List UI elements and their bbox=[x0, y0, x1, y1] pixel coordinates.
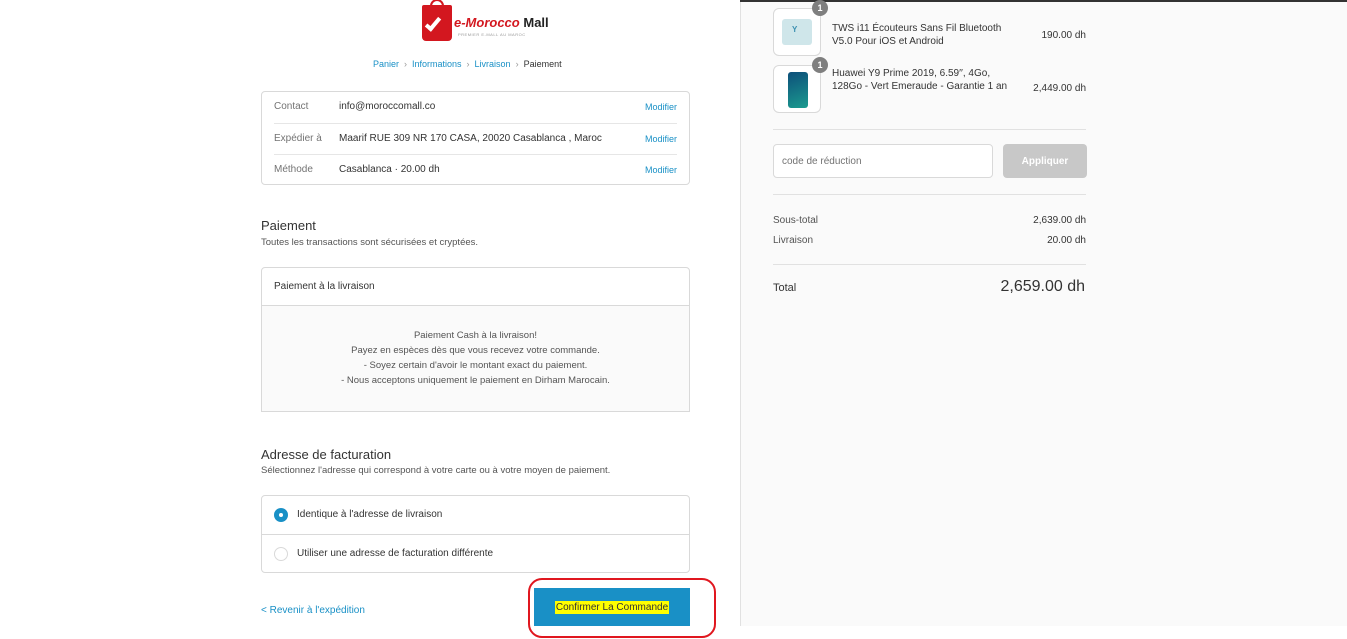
logo-name-part1: e-Morocco bbox=[454, 15, 520, 30]
payment-info-line: - Soyez certain d'avoir le montant exact… bbox=[363, 360, 588, 371]
divider bbox=[773, 264, 1086, 265]
payment-info-line: Payez en espèces dès que vous recevez vo… bbox=[351, 345, 600, 356]
radio-unselected[interactable] bbox=[274, 547, 288, 561]
product-thumbnail bbox=[773, 8, 821, 56]
payment-option-cod[interactable]: Paiement à la livraison bbox=[262, 268, 689, 306]
logo-name-part2: Mall bbox=[523, 15, 549, 30]
product-name: Huawei Y9 Prime 2019, 6.59′′, 4Go, 128Go… bbox=[832, 68, 1008, 92]
billing-options: Identique à l'adresse de livraison Utili… bbox=[261, 495, 690, 573]
payment-method-box: Paiement à la livraison Paiement Cash à … bbox=[261, 267, 690, 412]
billing-title: Adresse de facturation bbox=[261, 447, 392, 462]
breadcrumb-shipping[interactable]: Livraison bbox=[475, 59, 511, 69]
shopping-bag-icon bbox=[422, 0, 452, 41]
total-value: 2,659.00 dh bbox=[1000, 278, 1085, 295]
radio-selected[interactable] bbox=[274, 508, 288, 522]
product-name: TWS i11 Écouteurs Sans Fil Bluetooth V5.… bbox=[832, 23, 1002, 47]
contact-label: Contact bbox=[274, 101, 309, 112]
divider bbox=[773, 194, 1086, 195]
review-ship-row: Expédier à Maarif RUE 309 NR 170 CASA, 2… bbox=[274, 123, 677, 155]
back-to-shipping-link[interactable]: < Revenir à l'expédition bbox=[261, 605, 365, 616]
review-method-row: Méthode Casablanca · 20.00 dh Modifier bbox=[274, 154, 677, 186]
product-price: 190.00 dh bbox=[1041, 30, 1087, 41]
quantity-badge: 1 bbox=[812, 57, 828, 73]
review-box: Contact info@moroccomall.co Modifier Exp… bbox=[261, 91, 690, 185]
payment-info-line: - Nous acceptons uniquement le paiement … bbox=[341, 375, 610, 386]
billing-same-option[interactable]: Identique à l'adresse de livraison bbox=[262, 496, 689, 535]
chevron-right-icon: › bbox=[515, 59, 519, 69]
checkout-main: e-Morocco Mall PREMIER E-MALL AU MAROC P… bbox=[0, 0, 740, 639]
order-item: 1 TWS i11 Écouteurs Sans Fil Bluetooth V… bbox=[773, 0, 1087, 56]
shipping-row: Livraison 20.00 dh bbox=[773, 235, 1086, 246]
method-label: Méthode bbox=[274, 164, 313, 175]
payment-title: Paiement bbox=[261, 218, 316, 233]
modify-address-link[interactable]: Modifier bbox=[645, 134, 677, 144]
total-label: Total bbox=[773, 282, 797, 294]
review-contact-row: Contact info@moroccomall.co Modifier bbox=[274, 92, 677, 124]
subtotal-value: 2,639.00 dh bbox=[1033, 215, 1086, 226]
ship-to-label: Expédier à bbox=[274, 133, 322, 144]
chevron-right-icon: › bbox=[404, 59, 408, 69]
billing-different-option[interactable]: Utiliser une adresse de facturation diff… bbox=[262, 534, 689, 573]
modify-contact-link[interactable]: Modifier bbox=[645, 102, 677, 112]
ship-to-value: Maarif RUE 309 NR 170 CASA, 20020 Casabl… bbox=[339, 133, 602, 144]
confirm-order-label: Confirmer La Commande bbox=[554, 600, 670, 614]
confirm-order-button[interactable]: Confirmer La Commande bbox=[534, 588, 690, 626]
apply-discount-button[interactable]: Appliquer bbox=[1003, 144, 1087, 178]
breadcrumb-information[interactable]: Informations bbox=[412, 59, 462, 69]
payment-info: Paiement Cash à la livraison! Payez en e… bbox=[262, 306, 689, 411]
quantity-badge: 1 bbox=[812, 0, 828, 16]
billing-different-label: Utiliser une adresse de facturation diff… bbox=[297, 548, 494, 559]
chevron-right-icon: › bbox=[466, 59, 470, 69]
breadcrumb: Panier › Informations › Livraison › Paiement bbox=[373, 59, 562, 69]
contact-value: info@moroccomall.co bbox=[339, 101, 436, 112]
billing-subtitle: Sélectionnez l'adresse qui correspond à … bbox=[261, 465, 611, 476]
subtotal-row: Sous-total 2,639.00 dh bbox=[773, 215, 1086, 226]
shipping-label: Livraison bbox=[773, 235, 814, 246]
payment-subtitle: Toutes les transactions sont sécurisées … bbox=[261, 237, 479, 248]
shipping-value: 20.00 dh bbox=[1047, 235, 1086, 246]
logo-tagline: PREMIER E-MALL AU MAROC bbox=[458, 32, 526, 37]
product-thumbnail bbox=[773, 65, 821, 113]
order-item: 1 Huawei Y9 Prime 2019, 6.59′′, 4Go, 128… bbox=[773, 57, 1086, 113]
subtotal-label: Sous-total bbox=[773, 215, 819, 226]
payment-info-line: Paiement Cash à la livraison! bbox=[413, 330, 538, 341]
divider bbox=[773, 129, 1086, 130]
order-summary: 1 TWS i11 Écouteurs Sans Fil Bluetooth V… bbox=[740, 0, 1347, 626]
logo-text: e-Morocco Mall bbox=[454, 15, 549, 30]
billing-same-label: Identique à l'adresse de livraison bbox=[297, 509, 443, 520]
store-logo[interactable]: e-Morocco Mall PREMIER E-MALL AU MAROC bbox=[420, 0, 549, 43]
breadcrumb-payment: Paiement bbox=[523, 59, 562, 69]
breadcrumb-cart[interactable]: Panier bbox=[373, 59, 399, 69]
discount-code-input[interactable] bbox=[773, 144, 993, 178]
method-value: Casablanca · 20.00 dh bbox=[339, 164, 440, 175]
modify-method-link[interactable]: Modifier bbox=[645, 165, 677, 175]
product-price: 2,449.00 dh bbox=[1033, 83, 1086, 94]
